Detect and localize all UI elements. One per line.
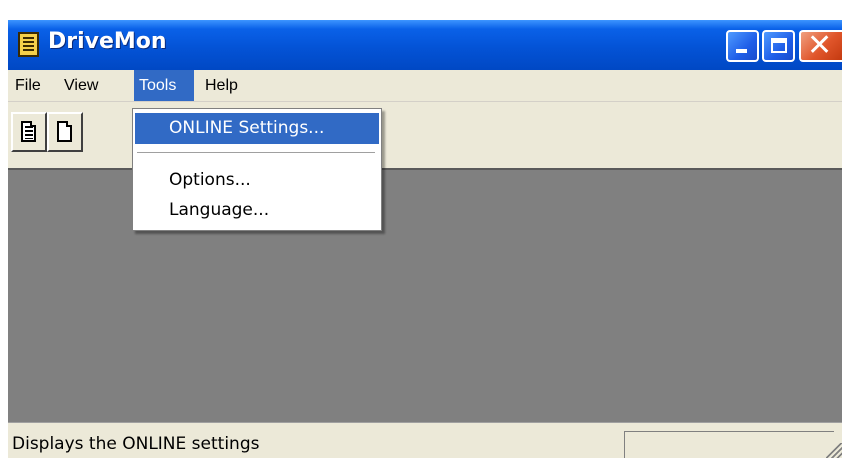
menu-item-options[interactable]: Options... <box>135 165 379 196</box>
minimize-button[interactable] <box>726 30 759 62</box>
maximize-button[interactable] <box>762 30 795 62</box>
drivemon-window: DriveMon ✕ File View Tools Help Displays… <box>8 20 842 458</box>
toolbar-button-document-blank[interactable] <box>47 112 83 152</box>
document-lined-icon <box>21 121 36 142</box>
title-bar[interactable]: DriveMon ✕ <box>8 20 842 70</box>
tools-dropdown-menu: ONLINE Settings... Options... Language..… <box>132 108 382 231</box>
status-panel <box>624 431 834 458</box>
menu-bar: File View Tools Help <box>8 70 842 102</box>
window-title: DriveMon <box>48 29 167 54</box>
toolbar-button-document-lined[interactable] <box>11 112 47 152</box>
menu-tools[interactable]: Tools <box>134 70 194 101</box>
menu-file[interactable]: File <box>10 70 58 101</box>
menu-help[interactable]: Help <box>200 70 250 101</box>
close-icon: ✕ <box>807 28 833 63</box>
status-text: Displays the ONLINE settings <box>12 434 260 454</box>
menu-item-language[interactable]: Language... <box>135 195 379 226</box>
menu-separator <box>137 152 375 154</box>
resize-grip-icon[interactable] <box>826 443 842 458</box>
close-button[interactable]: ✕ <box>799 30 842 62</box>
document-blank-icon <box>57 121 72 142</box>
menu-item-online-settings[interactable]: ONLINE Settings... <box>135 113 379 144</box>
status-bar: Displays the ONLINE settings <box>8 422 842 458</box>
menu-view[interactable]: View <box>59 70 120 101</box>
app-icon[interactable] <box>18 32 39 57</box>
